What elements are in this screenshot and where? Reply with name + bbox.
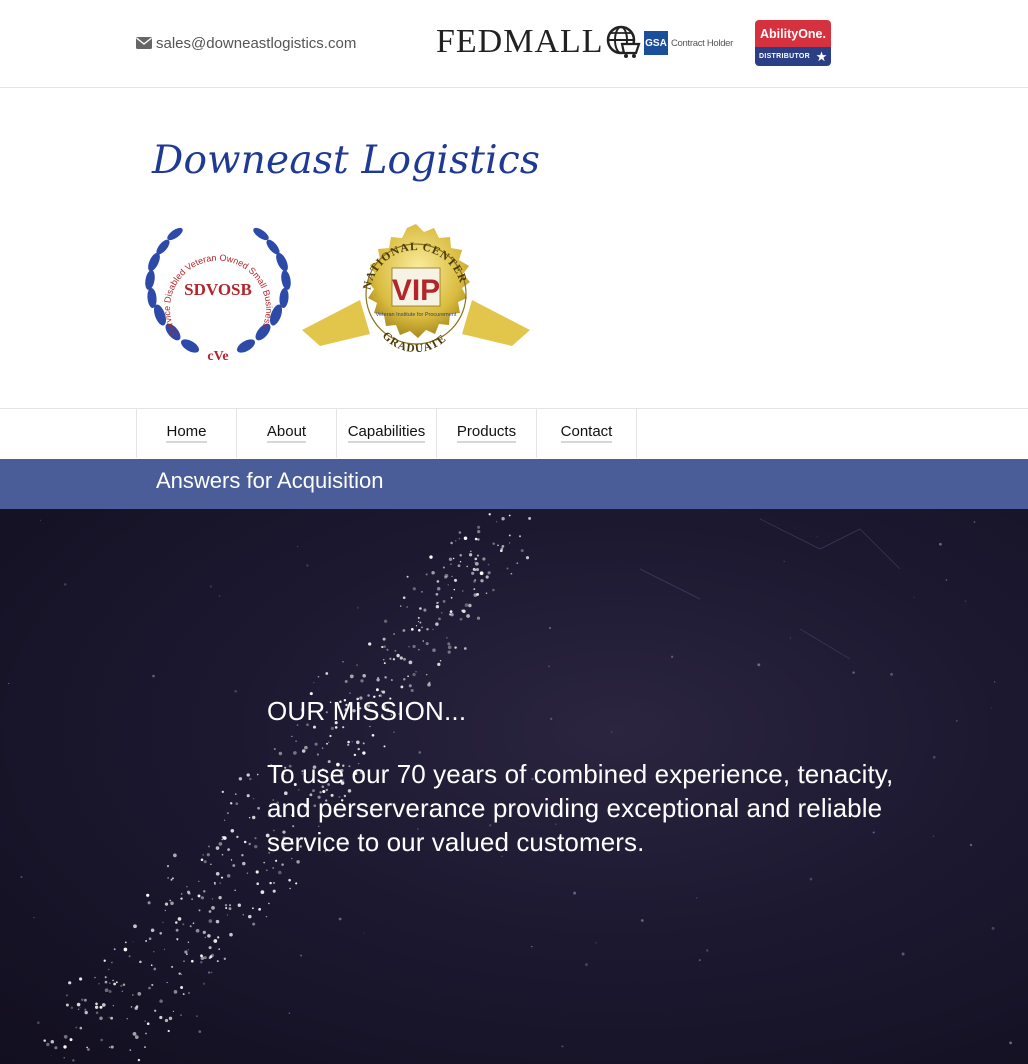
tagline-banner: Answers for Acquisition (0, 459, 1028, 509)
top-bar: sales@downeastlogistics.com FEDMALL GSA … (0, 0, 1028, 88)
email-text: sales@downeastlogistics.com (156, 34, 357, 52)
sdvosb-bottom-text: cVe (207, 349, 228, 364)
gsa-logo[interactable]: GSA Contract Holder (644, 31, 733, 55)
nav-item-label: Contact (560, 423, 613, 443)
gsa-badge: GSA (644, 31, 668, 55)
star-icon (816, 51, 827, 62)
mission-title: OUR MISSION... (267, 696, 467, 726)
nav-item-label: Capabilities (347, 423, 426, 443)
mission-text: To use our 70 years of combined experien… (267, 759, 894, 857)
nav-item-capabilities[interactable]: Capabilities (337, 408, 437, 458)
nav-item-label: Home (166, 423, 207, 443)
main-nav: Home About Capabilities Products Contact (136, 408, 637, 458)
abilityone-subtitle: DISTRIBUTOR (755, 47, 831, 66)
vip-center-text: VIP (392, 274, 440, 307)
nav-item-label: About (266, 423, 307, 443)
nav-item-products[interactable]: Products (437, 408, 537, 458)
fedmall-logo[interactable]: FEDMALL (436, 22, 642, 62)
sdvosb-center-text: SDVOSB (184, 280, 252, 299)
abilityone-sub-text: DISTRIBUTOR (758, 53, 810, 60)
vip-sub-text: Veteran Institute for Procurement (376, 312, 457, 318)
mission-hero: OUR MISSION... To use our 70 years of co… (0, 509, 1028, 1064)
tagline: Answers for Acquisition (156, 468, 384, 493)
sdvosb-badge: Service Disabled Veteran Owned Small Bus… (145, 227, 291, 364)
page: sales@downeastlogistics.com FEDMALL GSA … (0, 0, 1028, 1064)
fedmall-text: FEDMALL (436, 23, 604, 60)
nav-item-label: Products (456, 423, 517, 443)
vip-badge: NATIONAL CENTER GRADUATE VIP Veteran Ins… (302, 224, 530, 355)
globe-cart-icon (606, 25, 641, 58)
nav-item-home[interactable]: Home (137, 408, 237, 458)
site-title[interactable]: Downeast Logistics (152, 138, 540, 183)
abilityone-logo[interactable]: AbilityOne. DISTRIBUTOR (755, 20, 831, 66)
gsa-label: Contract Holder (671, 37, 734, 49)
email-link[interactable]: sales@downeastlogistics.com (136, 33, 356, 53)
nav-item-about[interactable]: About (237, 408, 337, 458)
abilityone-title: AbilityOne. (755, 20, 831, 47)
nav-item-contact[interactable]: Contact (537, 408, 637, 458)
envelope-icon (136, 37, 152, 49)
